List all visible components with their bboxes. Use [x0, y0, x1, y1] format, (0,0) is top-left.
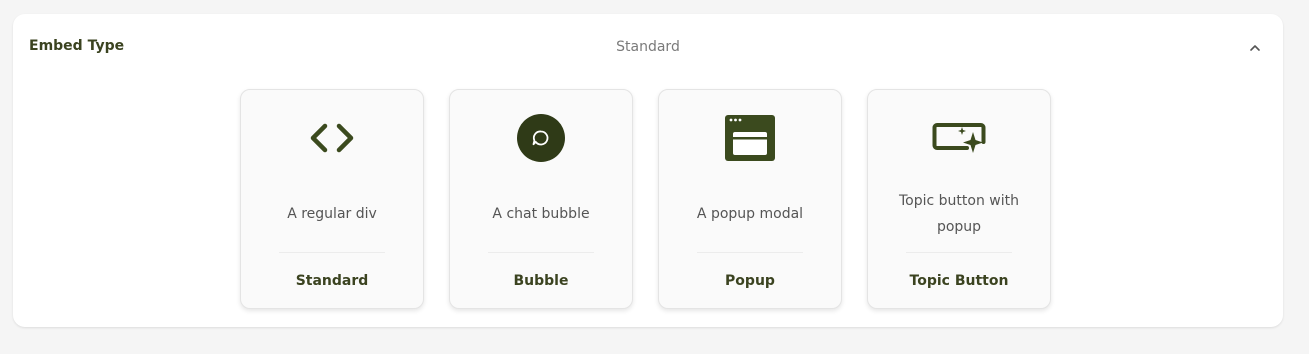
- option-card-popup[interactable]: A popup modal Popup: [658, 89, 842, 309]
- card-divider: [279, 252, 385, 253]
- option-label: Topic Button: [909, 273, 1009, 289]
- option-card-topic-button[interactable]: Topic button with popup Topic Button: [867, 89, 1051, 309]
- option-card-bubble[interactable]: A chat bubble Bubble: [449, 89, 633, 309]
- option-description: A regular div: [287, 206, 377, 222]
- card-divider: [488, 252, 594, 253]
- topic-button-icon: [868, 112, 1050, 164]
- code-icon: [241, 112, 423, 164]
- chevron-up-icon: [1250, 45, 1260, 51]
- chat-bubble-icon: [450, 112, 632, 164]
- option-description: Topic button with popup: [899, 193, 1019, 235]
- selected-embed-type: Standard: [616, 39, 680, 55]
- option-description: A chat bubble: [492, 206, 590, 222]
- card-divider: [697, 252, 803, 253]
- popup-window-icon: [659, 112, 841, 164]
- embed-type-panel: Embed Type Standard A regular div Standa…: [13, 14, 1283, 327]
- option-description: A popup modal: [696, 206, 804, 222]
- option-card-standard[interactable]: A regular div Standard: [240, 89, 424, 309]
- embed-type-header[interactable]: Embed Type Standard: [13, 14, 1283, 80]
- option-label: Bubble: [513, 273, 569, 289]
- collapse-button[interactable]: [1245, 38, 1265, 58]
- card-divider: [906, 252, 1012, 253]
- option-label: Standard: [295, 273, 369, 289]
- option-label: Popup: [725, 273, 775, 289]
- embed-type-options: A regular div Standard A chat bubble Bub…: [240, 89, 1051, 309]
